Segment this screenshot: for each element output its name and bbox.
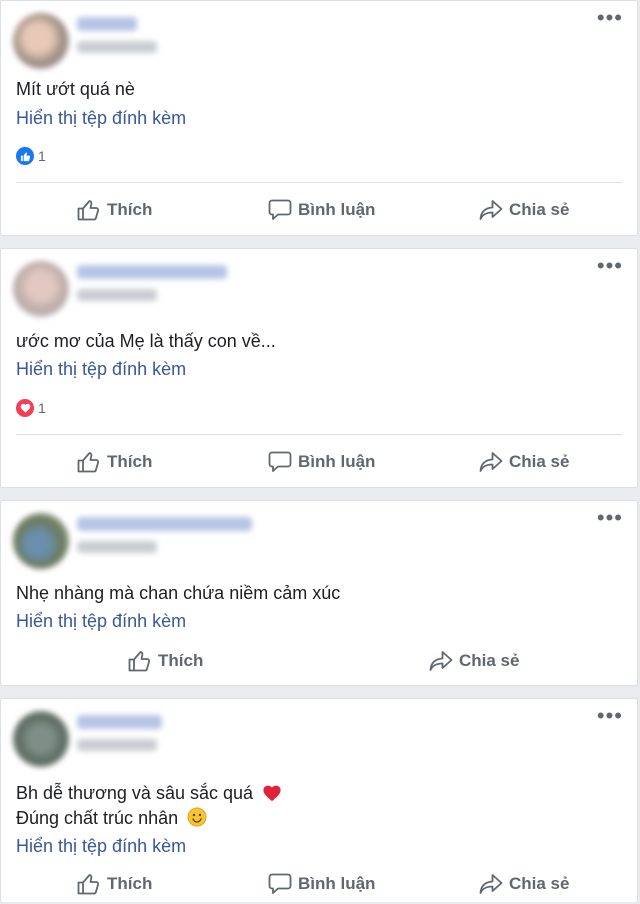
comment-icon bbox=[268, 199, 292, 220]
author-name-blurred[interactable] bbox=[77, 17, 137, 31]
post-timestamp-blurred bbox=[77, 739, 157, 751]
divider bbox=[16, 182, 622, 183]
like-label: Thích bbox=[107, 452, 153, 471]
show-attachment-link[interactable]: Hiển thị tệp đính kèm bbox=[16, 836, 186, 857]
post-text: Nhẹ nhàng mà chan chứa niềm cảm xúc bbox=[16, 583, 341, 603]
post-text: Mít ướt quá nè bbox=[16, 79, 135, 99]
post-timestamp-blurred bbox=[77, 41, 157, 53]
avatar[interactable] bbox=[13, 513, 69, 569]
comment-button[interactable]: Bình luận bbox=[268, 190, 375, 230]
like-button[interactable]: Thích bbox=[77, 190, 152, 230]
action-bar: Thích Bình luận Chia sẻ bbox=[1, 442, 637, 482]
smiley-face-icon bbox=[187, 807, 207, 827]
share-button[interactable]: Chia sẻ bbox=[429, 641, 519, 681]
post-text-line-1: Bh dễ thương và sâu sắc quá bbox=[16, 781, 282, 805]
author-name-blurred[interactable] bbox=[77, 265, 227, 279]
post-text-line-1-content: Bh dễ thương và sâu sắc quá bbox=[16, 783, 254, 803]
comment-label: Bình luận bbox=[298, 452, 376, 471]
reaction-summary[interactable]: 1 bbox=[16, 147, 46, 165]
post-card: ••• Mít ướt quá nè Hiển thị tệp đính kèm… bbox=[0, 0, 638, 236]
like-label: Thích bbox=[107, 874, 153, 893]
author-name-blurred[interactable] bbox=[77, 517, 252, 531]
share-label: Chia sẻ bbox=[459, 651, 520, 670]
thumbs-up-icon bbox=[77, 874, 100, 895]
like-reaction-icon bbox=[16, 147, 34, 165]
like-button[interactable]: Thích bbox=[77, 864, 152, 904]
post-timestamp-blurred bbox=[77, 541, 157, 553]
post-card: ••• Nhẹ nhàng mà chan chứa niềm cảm xúc … bbox=[0, 500, 638, 686]
share-icon bbox=[479, 200, 503, 220]
reaction-count: 1 bbox=[38, 400, 46, 416]
show-attachment-link[interactable]: Hiển thị tệp đính kèm bbox=[16, 359, 186, 380]
author-name-blurred[interactable] bbox=[77, 715, 162, 729]
comment-icon bbox=[268, 451, 292, 472]
like-button[interactable]: Thích bbox=[77, 442, 152, 482]
show-attachment-link[interactable]: Hiển thị tệp đính kèm bbox=[16, 108, 186, 129]
comment-icon bbox=[268, 873, 292, 894]
post-text-line-2-content: Đúng chất trúc nhân bbox=[16, 808, 179, 828]
more-options-icon[interactable]: ••• bbox=[597, 7, 623, 29]
avatar[interactable] bbox=[13, 261, 69, 317]
like-button[interactable]: Thích bbox=[128, 641, 203, 681]
share-label: Chia sẻ bbox=[509, 452, 570, 471]
action-bar: Thích Chia sẻ bbox=[1, 641, 637, 681]
post-text: ước mơ của Mẹ là thấy con về... bbox=[16, 331, 276, 351]
comment-label: Bình luận bbox=[298, 874, 376, 893]
like-label: Thích bbox=[107, 200, 153, 219]
red-heart-icon bbox=[263, 785, 281, 802]
more-options-icon[interactable]: ••• bbox=[597, 507, 623, 529]
avatar[interactable] bbox=[13, 711, 69, 767]
love-reaction-icon bbox=[16, 399, 34, 417]
share-icon bbox=[479, 874, 503, 894]
comment-button[interactable]: Bình luận bbox=[268, 864, 375, 904]
share-label: Chia sẻ bbox=[509, 874, 570, 893]
reaction-summary[interactable]: 1 bbox=[16, 399, 46, 417]
like-label: Thích bbox=[158, 651, 204, 670]
share-button[interactable]: Chia sẻ bbox=[479, 864, 569, 904]
share-button[interactable]: Chia sẻ bbox=[479, 442, 569, 482]
action-bar: Thích Bình luận Chia sẻ bbox=[1, 864, 637, 904]
share-icon bbox=[429, 651, 453, 671]
show-attachment-link[interactable]: Hiển thị tệp đính kèm bbox=[16, 611, 186, 632]
comment-label: Bình luận bbox=[298, 200, 376, 219]
share-button[interactable]: Chia sẻ bbox=[479, 190, 569, 230]
action-bar: Thích Bình luận Chia sẻ bbox=[1, 190, 637, 230]
avatar[interactable] bbox=[13, 13, 69, 69]
thumbs-up-icon bbox=[77, 452, 100, 473]
share-label: Chia sẻ bbox=[509, 200, 570, 219]
divider bbox=[16, 434, 622, 435]
thumbs-up-icon bbox=[77, 200, 100, 221]
more-options-icon[interactable]: ••• bbox=[597, 255, 623, 277]
post-card: ••• ước mơ của Mẹ là thấy con về... Hiển… bbox=[0, 248, 638, 488]
share-icon bbox=[479, 452, 503, 472]
post-text-line-2: Đúng chất trúc nhân bbox=[16, 806, 207, 830]
post-card: ••• Bh dễ thương và sâu sắc quá Đúng chấ… bbox=[0, 698, 638, 902]
comment-button[interactable]: Bình luận bbox=[268, 442, 375, 482]
reaction-count: 1 bbox=[38, 148, 46, 164]
more-options-icon[interactable]: ••• bbox=[597, 705, 623, 727]
thumbs-up-icon bbox=[128, 651, 151, 672]
post-timestamp-blurred bbox=[77, 289, 157, 301]
